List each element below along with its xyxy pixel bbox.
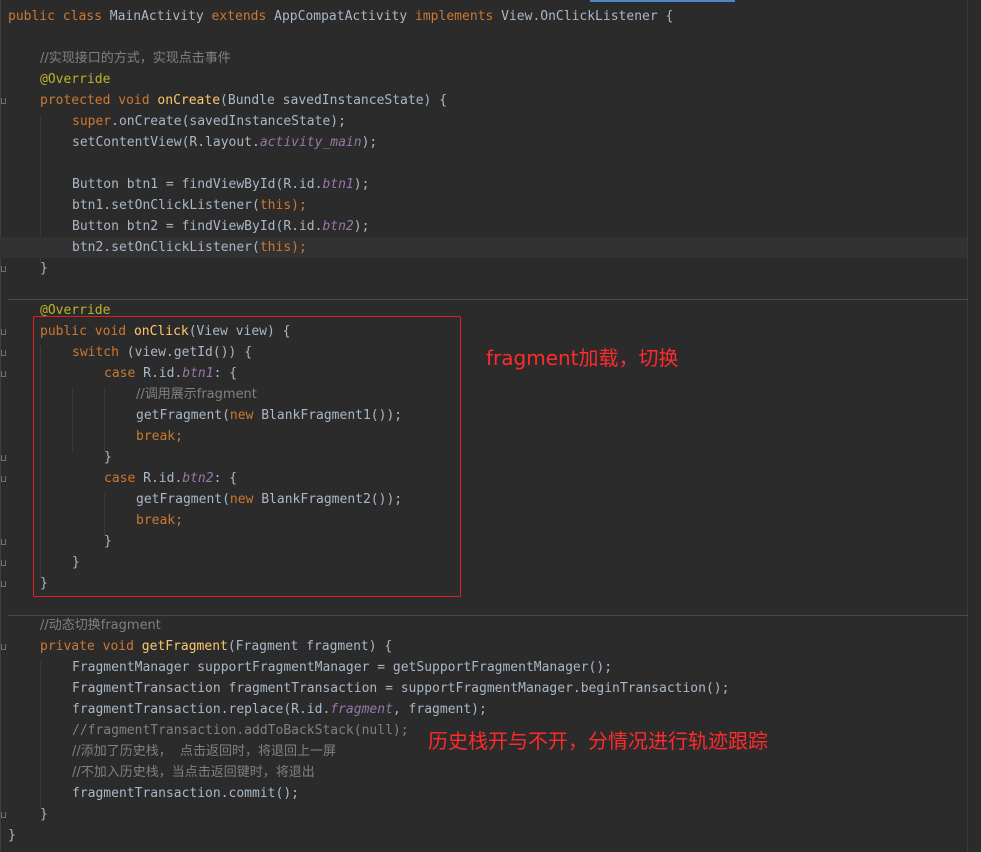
code-line[interactable]: super.onCreate(savedInstanceState); (0, 111, 981, 132)
annotation: @Override (40, 72, 111, 87)
code-line[interactable]: private void getFragment(Fragment fragme… (0, 636, 981, 657)
code-text: ); (353, 219, 370, 234)
keyword: implements (415, 9, 494, 24)
keyword: super (72, 114, 112, 129)
code-line[interactable]: FragmentTransaction fragmentTransaction … (0, 678, 981, 699)
code-line[interactable]: //实现接口的方式，实现点击事件 (0, 48, 981, 69)
code-text: FragmentTransaction fragmentTransaction … (72, 681, 730, 696)
field-ref: btn2 (322, 219, 354, 234)
code-text: .onCreate(savedInstanceState); (111, 114, 346, 129)
interface-name: View.OnClickListener (501, 9, 658, 24)
code-line[interactable]: setContentView(R.layout.activity_main); (0, 132, 981, 153)
comment: //不加入历史栈，当点击返回键时，将退出 (72, 765, 315, 780)
code-line[interactable]: @Override (0, 69, 981, 90)
params: (Bundle savedInstanceState) { (220, 93, 448, 108)
highlight-box (33, 316, 461, 597)
code-line[interactable]: btn1.setOnClickListener(this); (0, 195, 981, 216)
code-editor[interactable]: public class MainActivity extends AppCom… (0, 0, 981, 852)
keyword: void (118, 93, 150, 108)
code-text: , fragment); (392, 702, 487, 717)
method-name: getFragment (141, 639, 228, 654)
code-line[interactable]: protected void onCreate(Bundle savedInst… (0, 90, 981, 111)
code-text: ); (291, 198, 307, 213)
code-text: btn2.setOnClickListener( (72, 240, 260, 255)
code-line[interactable]: fragmentTransaction.commit(); (0, 783, 981, 804)
comment: //动态切换fragment (40, 618, 161, 633)
field-ref: fragment (330, 702, 393, 717)
code-line[interactable]: } (0, 804, 981, 825)
code-line[interactable]: } (0, 258, 981, 279)
code-text: FragmentManager supportFragmentManager =… (72, 660, 613, 675)
code-line[interactable]: } (0, 825, 975, 846)
keyword: public (8, 9, 55, 24)
annotation-note-backstack: 历史栈开与不开，分情况进行轨迹跟踪 (428, 729, 768, 753)
class-name: MainActivity (109, 9, 204, 24)
code-line-current[interactable]: btn2.setOnClickListener(this); (0, 237, 967, 258)
code-text: fragmentTransaction.replace(R.id. (72, 702, 331, 717)
keyword: this (259, 240, 292, 255)
code-line[interactable]: //不加入历史栈，当点击返回键时，将退出 (0, 762, 981, 783)
code-text: ); (353, 177, 370, 192)
brace: } (40, 807, 48, 822)
code-text: Button btn1 = findViewById(R.id. (72, 177, 323, 192)
code-line[interactable]: fragmentTransaction.replace(R.id.fragmen… (0, 699, 981, 720)
code-text: setContentView(R.layout. (72, 135, 260, 150)
keyword: this (259, 198, 292, 213)
code-line[interactable]: Button btn2 = findViewById(R.id.btn2); (0, 216, 981, 237)
field-ref: activity_main (259, 135, 362, 150)
brace: } (40, 261, 48, 276)
code-line[interactable]: FragmentManager supportFragmentManager =… (0, 657, 981, 678)
code-line[interactable]: Button btn1 = findViewById(R.id.btn1); (0, 174, 981, 195)
keyword: protected (40, 93, 111, 108)
keyword: class (62, 9, 102, 24)
comment: //fragmentTransaction.addToBackStack(nul… (72, 723, 409, 738)
super-class: AppCompatActivity (274, 9, 408, 24)
method-name: onCreate (157, 93, 221, 108)
field-ref: btn1 (322, 177, 354, 192)
code-line[interactable]: //动态切换fragment (0, 615, 981, 636)
comment: //添加了历史栈， 点击返回时，将退回上一屏 (72, 744, 337, 759)
code-text: fragmentTransaction.commit(); (72, 786, 299, 801)
code-line[interactable]: public class MainActivity extends AppCom… (0, 6, 975, 27)
active-tab-indicator (590, 0, 735, 2)
keyword: void (102, 639, 134, 654)
brace: { (665, 9, 674, 24)
brace: } (8, 828, 16, 843)
comment: //实现接口的方式，实现点击事件 (40, 51, 231, 66)
code-text: ); (291, 240, 307, 255)
code-text: btn1.setOnClickListener( (72, 198, 260, 213)
code-text: ); (361, 135, 378, 150)
keyword: extends (211, 9, 267, 24)
code-text: Button btn2 = findViewById(R.id. (72, 219, 323, 234)
annotation-note-fragment-switch: fragment加载，切换 (486, 346, 679, 370)
params: (Fragment fragment) { (227, 639, 393, 654)
keyword: private (40, 639, 95, 654)
